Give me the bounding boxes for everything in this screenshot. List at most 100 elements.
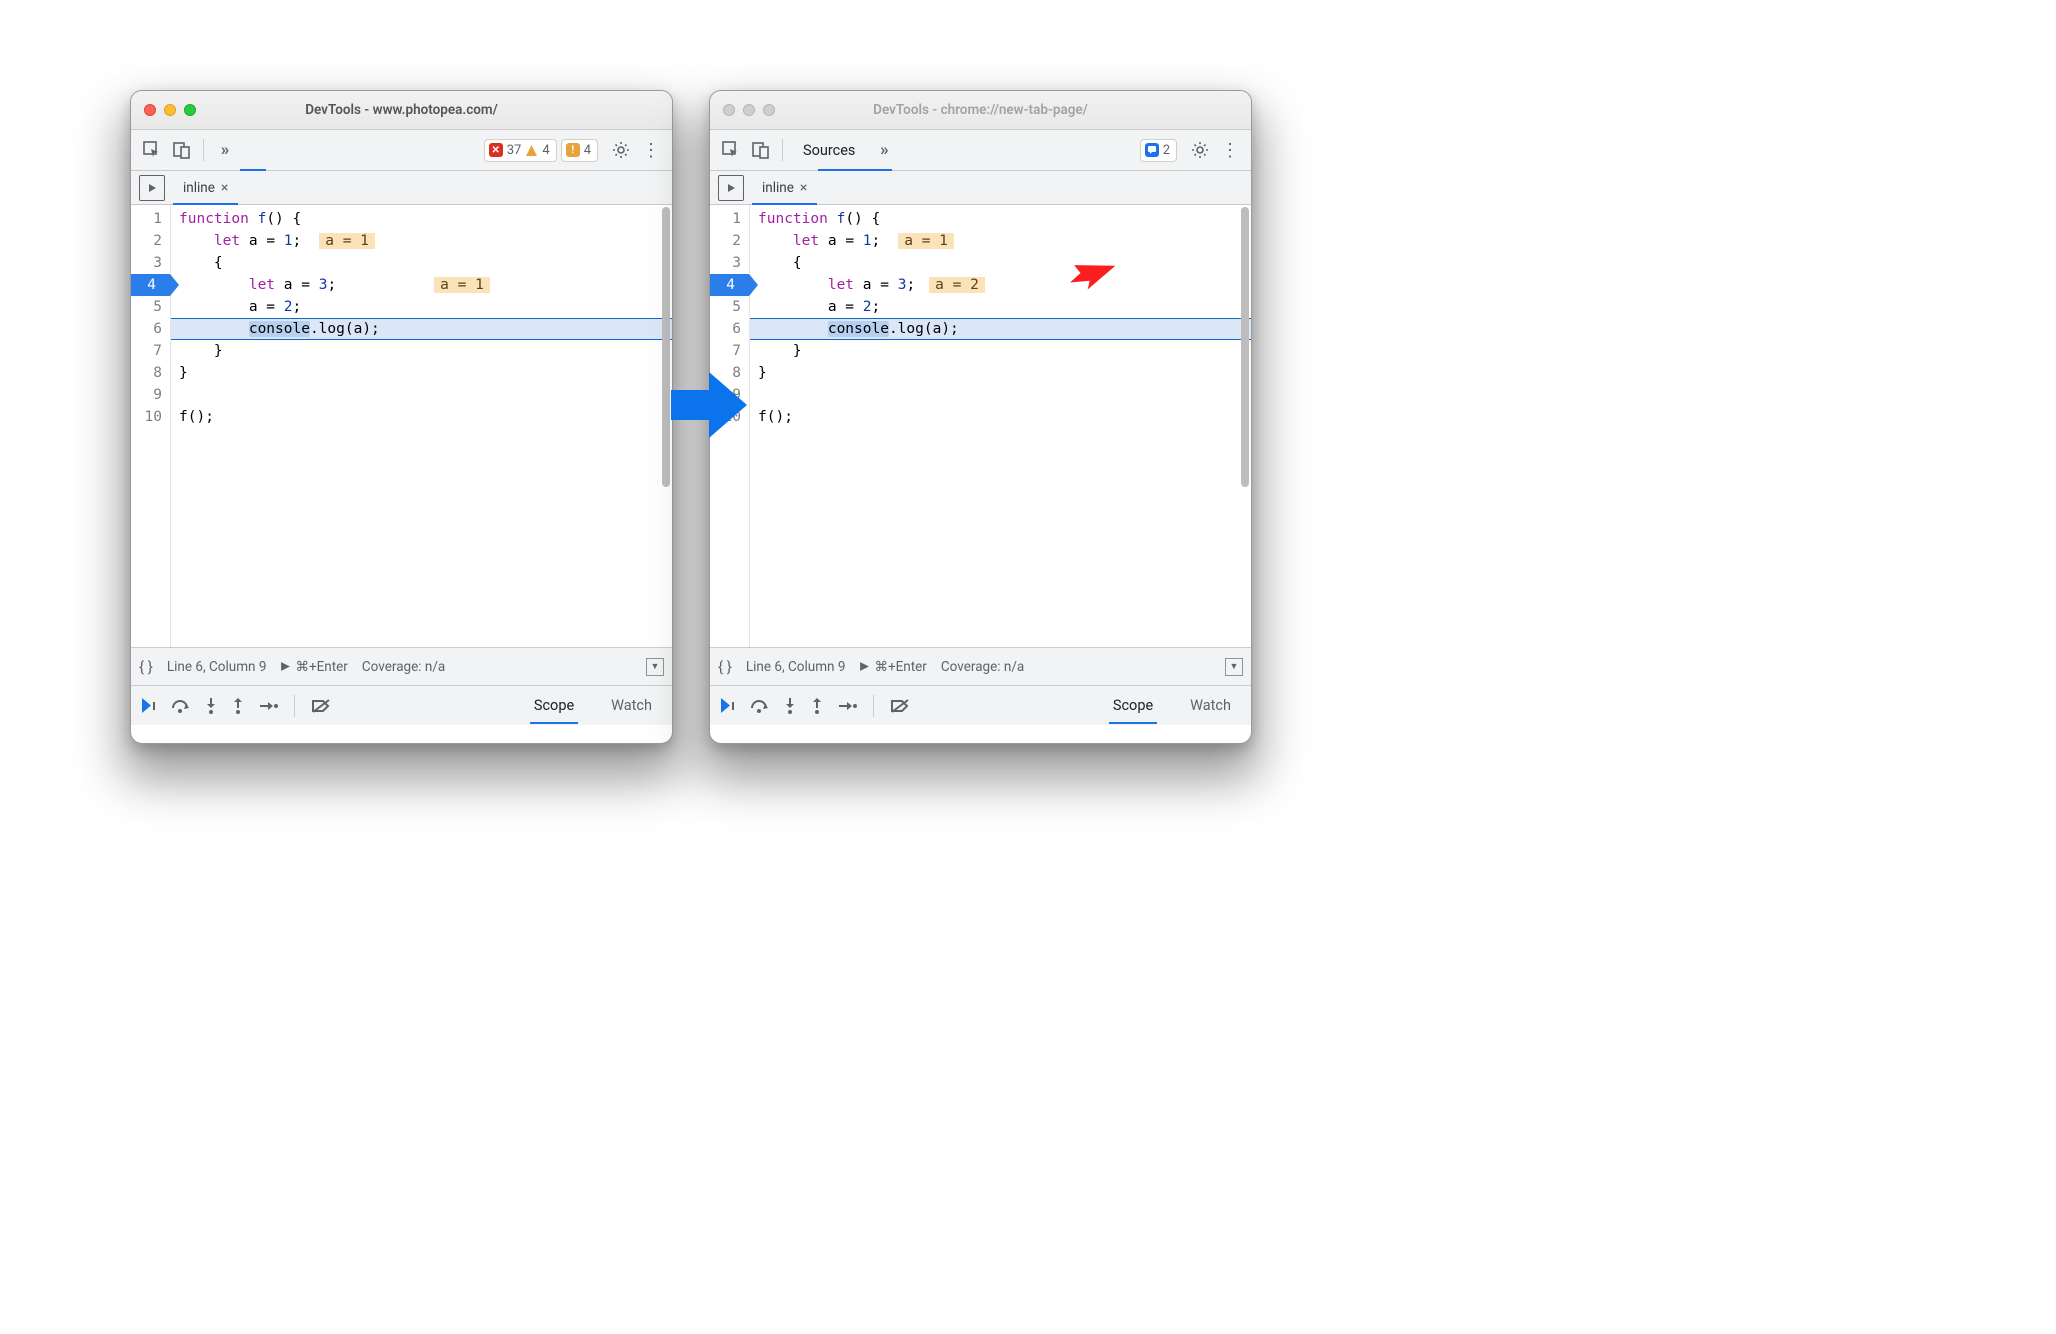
zoom-dot[interactable]	[763, 104, 775, 116]
code-line[interactable]: let a = 3;a = 2	[750, 274, 1251, 296]
inline-value: a = 1	[898, 233, 954, 249]
issues-badge[interactable]: 2	[1140, 139, 1177, 162]
inline-value: a = 1	[434, 277, 490, 293]
line-number[interactable]: 6	[131, 318, 162, 340]
line-number[interactable]: 5	[131, 296, 162, 318]
scrollbar-thumb[interactable]	[1241, 207, 1249, 487]
line-number[interactable]: 1	[131, 208, 162, 230]
code-line[interactable]: }	[750, 340, 1251, 362]
error-icon: ✕	[489, 143, 503, 157]
code-line[interactable]	[171, 384, 672, 406]
code-line[interactable]: a = 2;	[171, 296, 672, 318]
line-number[interactable]: 9	[131, 384, 162, 406]
line-number[interactable]: 1	[710, 208, 741, 230]
line-number[interactable]: 10	[131, 406, 162, 428]
transition-arrow-icon	[667, 368, 751, 442]
code-line[interactable]: function f() {	[171, 208, 672, 230]
code-line[interactable]: console.log(a);	[171, 318, 672, 340]
file-tab-inline[interactable]: inline ×	[173, 171, 238, 204]
code-line[interactable]: let a = 1;a = 1	[750, 230, 1251, 252]
scope-tab[interactable]: Scope	[1101, 697, 1165, 714]
code-editor[interactable]: 12345678910 function f() { let a = 1;a = …	[131, 205, 672, 647]
run-snippet[interactable]: ⌘+Enter	[859, 659, 926, 675]
scrollbar-thumb[interactable]	[662, 207, 670, 487]
more-tabs-chevron-icon[interactable]: »	[869, 135, 899, 165]
resume-icon[interactable]	[718, 696, 737, 715]
step-icon[interactable]	[837, 699, 857, 713]
run-snippet[interactable]: ⌘+Enter	[280, 659, 347, 675]
minimize-dot[interactable]	[743, 104, 755, 116]
step-over-icon[interactable]	[171, 698, 191, 714]
dropdown-icon[interactable]: ▼	[646, 658, 664, 676]
watch-tab[interactable]: Watch	[1178, 697, 1243, 714]
settings-gear-icon[interactable]	[1185, 135, 1215, 165]
snippets-icon[interactable]	[139, 175, 165, 201]
warning-count: 4	[542, 143, 549, 158]
step-into-icon[interactable]	[204, 697, 218, 715]
console-errors-badge[interactable]: ✕ 37 4	[484, 139, 557, 162]
code-line[interactable]: console.log(a);	[750, 318, 1251, 340]
dropdown-icon[interactable]: ▼	[1225, 658, 1243, 676]
deactivate-breakpoints-icon[interactable]	[890, 698, 910, 714]
scope-tab[interactable]: Scope	[522, 697, 586, 714]
line-number[interactable]: 7	[710, 340, 741, 362]
line-number[interactable]: 3	[710, 252, 741, 274]
snippets-icon[interactable]	[718, 175, 744, 201]
step-over-icon[interactable]	[750, 698, 770, 714]
code-line[interactable]: }	[750, 362, 1251, 384]
kebab-menu-icon[interactable]: ⋮	[1215, 135, 1245, 165]
zoom-dot[interactable]	[184, 104, 196, 116]
code-line[interactable]: f();	[171, 406, 672, 428]
step-out-icon[interactable]	[810, 697, 824, 715]
code-line[interactable]: }	[171, 340, 672, 362]
close-icon[interactable]: ×	[221, 180, 228, 196]
code-line[interactable]: {	[750, 252, 1251, 274]
close-dot[interactable]	[723, 104, 735, 116]
line-number[interactable]: 2	[710, 230, 741, 252]
coverage-label: Coverage: n/a	[362, 659, 445, 675]
code-line[interactable]: let a = 1;a = 1	[171, 230, 672, 252]
line-number[interactable]: 3	[131, 252, 162, 274]
line-number[interactable]: 2	[131, 230, 162, 252]
deactivate-breakpoints-icon[interactable]	[311, 698, 331, 714]
line-number[interactable]: 4	[131, 274, 170, 296]
device-toggle-icon[interactable]	[746, 135, 776, 165]
step-out-icon[interactable]	[231, 697, 245, 715]
code-line[interactable]: let a = 3;a = 1	[171, 274, 672, 296]
kebab-menu-icon[interactable]: ⋮	[636, 135, 666, 165]
code-line[interactable]: a = 2;	[750, 296, 1251, 318]
minimize-dot[interactable]	[164, 104, 176, 116]
resume-icon[interactable]	[139, 696, 158, 715]
pretty-print-icon[interactable]: { }	[718, 658, 732, 676]
code-line[interactable]: f();	[750, 406, 1251, 428]
pretty-print-icon[interactable]: { }	[139, 658, 153, 676]
code-line[interactable]: function f() {	[750, 208, 1251, 230]
close-dot[interactable]	[144, 104, 156, 116]
code-line[interactable]	[750, 384, 1251, 406]
settings-gear-icon[interactable]	[606, 135, 636, 165]
more-tabs-chevron-icon[interactable]: »	[210, 135, 240, 165]
step-into-icon[interactable]	[783, 697, 797, 715]
watch-tab[interactable]: Watch	[599, 697, 664, 714]
code-editor[interactable]: 12345678910function f() { let a = 1;a = …	[710, 205, 1251, 647]
issues-badge[interactable]: ! 4	[561, 139, 598, 162]
device-toggle-icon[interactable]	[167, 135, 197, 165]
files-tabbar: inline ×	[131, 171, 672, 205]
line-number[interactable]: 5	[710, 296, 741, 318]
titlebar[interactable]: DevTools - chrome://new-tab-page/	[710, 91, 1251, 130]
inspect-icon[interactable]	[137, 135, 167, 165]
file-tab-inline[interactable]: inline ×	[752, 171, 817, 204]
close-icon[interactable]: ×	[800, 180, 807, 196]
inspect-icon[interactable]	[716, 135, 746, 165]
code-line[interactable]: }	[171, 362, 672, 384]
step-icon[interactable]	[258, 699, 278, 713]
line-number[interactable]: 7	[131, 340, 162, 362]
error-count: 37	[507, 143, 522, 158]
titlebar[interactable]: DevTools - www.photopea.com/	[131, 91, 672, 130]
line-number[interactable]: 4	[710, 274, 749, 296]
line-number[interactable]: 6	[710, 318, 741, 340]
code-line[interactable]: {	[171, 252, 672, 274]
main-toolbar: Sources » 2 ⋮	[710, 130, 1251, 171]
sources-tab[interactable]: Sources	[789, 130, 869, 170]
line-number[interactable]: 8	[131, 362, 162, 384]
